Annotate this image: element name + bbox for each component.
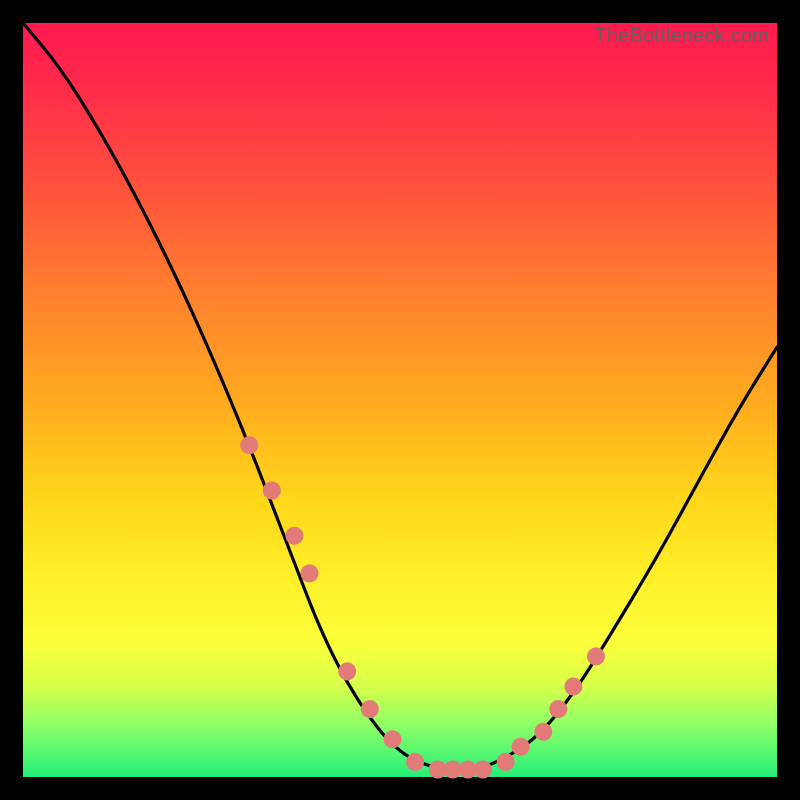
data-marker — [497, 753, 515, 771]
data-marker — [361, 700, 379, 718]
data-marker — [285, 527, 303, 545]
data-marker — [338, 662, 356, 680]
data-marker — [240, 436, 258, 454]
data-marker — [263, 482, 281, 500]
data-marker — [301, 564, 319, 582]
data-marker — [512, 738, 530, 756]
data-marker — [384, 730, 402, 748]
plot-area: TheBottleneck.com — [23, 23, 777, 777]
data-marker — [587, 647, 605, 665]
curve-layer — [23, 23, 777, 777]
marker-group — [240, 436, 605, 778]
data-marker — [564, 678, 582, 696]
data-marker — [474, 761, 492, 779]
data-marker — [406, 753, 424, 771]
bottleneck-curve — [23, 23, 777, 770]
data-marker — [549, 700, 567, 718]
data-marker — [534, 723, 552, 741]
chart-frame: TheBottleneck.com — [0, 0, 800, 800]
